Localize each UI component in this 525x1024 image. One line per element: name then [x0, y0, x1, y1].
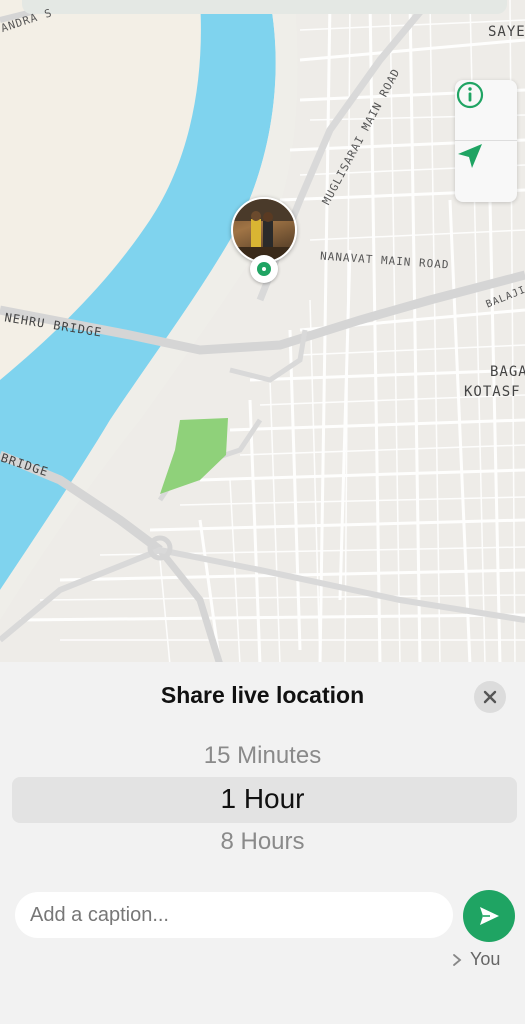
sheet-title: Share live location: [160, 682, 365, 708]
map-info-button[interactable]: [455, 80, 517, 141]
user-location-pin[interactable]: [231, 197, 297, 285]
map-label-kotasf: KOTASF: [464, 384, 521, 400]
recipient-selector[interactable]: You: [452, 949, 500, 970]
send-button[interactable]: [463, 890, 515, 942]
send-icon: [480, 907, 499, 925]
my-location-button[interactable]: [455, 141, 517, 201]
duration-option-8-hours[interactable]: 8 Hours: [0, 828, 525, 856]
caption-placeholder: Add a caption...: [30, 903, 169, 926]
map-controls: [455, 80, 517, 202]
map-label-baga: BAGA: [490, 364, 525, 380]
close-button[interactable]: [474, 681, 506, 713]
chevron-right-icon: [453, 953, 462, 966]
sheet-top-grabber: [22, 0, 507, 14]
avatar: [231, 197, 297, 263]
info-icon: [456, 81, 484, 109]
duration-option-1-hour[interactable]: 1 Hour: [0, 783, 525, 815]
location-dot: [250, 255, 278, 283]
map-label-sayed: SAYE: [488, 24, 525, 40]
map-view[interactable]: SAYE ANDRA S MUGLISARAI MAIN ROAD NANAVA…: [0, 0, 525, 665]
avatar-photo: [233, 199, 295, 261]
close-icon: [483, 690, 497, 704]
caption-input[interactable]: Add a caption...: [15, 892, 453, 938]
recipient-label: You: [470, 949, 501, 969]
navigation-arrow-icon: [458, 144, 482, 168]
duration-option-15-minutes[interactable]: 15 Minutes: [0, 742, 525, 770]
share-location-sheet: Share live location 15 Minutes 1 Hour 8 …: [0, 662, 525, 1024]
park: [160, 418, 228, 494]
